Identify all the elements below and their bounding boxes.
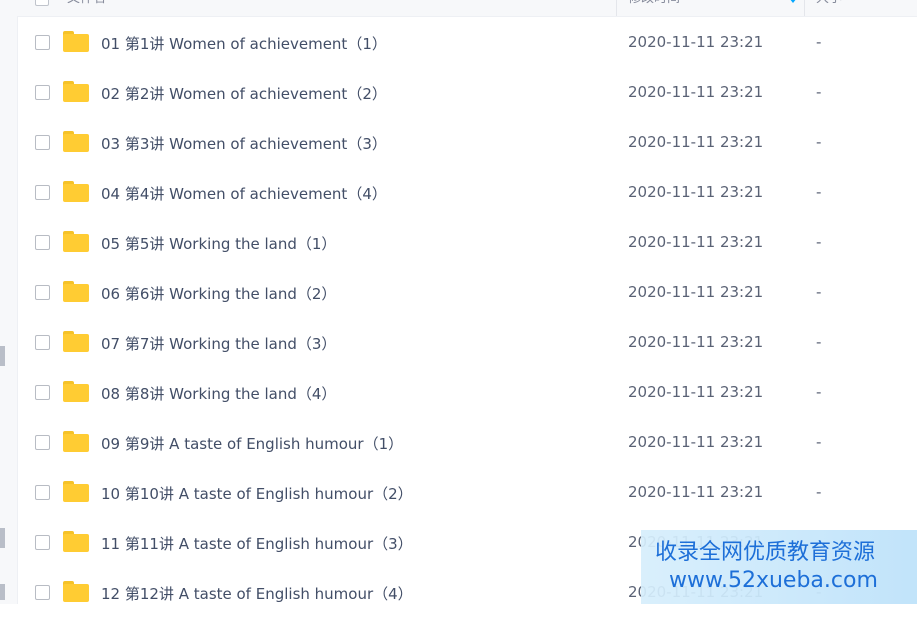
row-checkbox[interactable]: [35, 585, 50, 600]
row-checkbox[interactable]: [35, 85, 50, 100]
file-row[interactable]: 04 第4讲 Women of achievement（4） 2020-11-11…: [17, 167, 917, 217]
file-size: -: [816, 333, 822, 351]
sidebar-marker: [0, 346, 5, 366]
file-list: 01 第1讲 Women of achievement（1） 2020-11-11…: [17, 17, 917, 617]
watermark-slogan: 收录全网优质教育资源: [655, 540, 876, 565]
row-checkbox[interactable]: [35, 185, 50, 200]
row-checkbox[interactable]: [35, 335, 50, 350]
watermark-banner: 收录全网优质教育资源 www.52xueba.com: [641, 530, 917, 604]
folder-icon[interactable]: [63, 231, 89, 252]
column-header-size[interactable]: 大小: [816, 0, 842, 16]
folder-icon[interactable]: [63, 431, 89, 452]
left-sidebar-strip: [0, 0, 18, 604]
select-all-checkbox[interactable]: [35, 0, 49, 6]
file-name-link[interactable]: 10 第10讲 A taste of English humour（2）: [101, 483, 413, 504]
sidebar-marker: [0, 528, 5, 548]
file-name-link[interactable]: 06 第6讲 Working the land（2）: [101, 283, 336, 304]
file-size: -: [816, 283, 822, 301]
file-row[interactable]: 02 第2讲 Women of achievement（2） 2020-11-11…: [17, 67, 917, 117]
modified-time: 2020-11-11 23:21: [628, 483, 764, 501]
file-size: -: [816, 33, 822, 51]
file-row[interactable]: 01 第1讲 Women of achievement（1） 2020-11-11…: [17, 17, 917, 67]
row-checkbox[interactable]: [35, 435, 50, 450]
sidebar-marker: [0, 584, 5, 600]
file-size: -: [816, 183, 822, 201]
file-row[interactable]: 07 第7讲 Working the land（3） 2020-11-11 23:…: [17, 317, 917, 367]
modified-time: 2020-11-11 23:21: [628, 383, 764, 401]
file-row[interactable]: 10 第10讲 A taste of English humour（2） 2020…: [17, 467, 917, 517]
modified-time: 2020-11-11 23:21: [628, 283, 764, 301]
folder-icon[interactable]: [63, 531, 89, 552]
sort-down-icon[interactable]: [789, 0, 797, 3]
column-divider: [616, 0, 617, 16]
folder-icon[interactable]: [63, 331, 89, 352]
modified-time: 2020-11-11 23:21: [628, 433, 764, 451]
column-header-name[interactable]: 文件名: [67, 0, 106, 16]
file-name-link[interactable]: 02 第2讲 Women of achievement（2）: [101, 83, 387, 104]
file-name-link[interactable]: 09 第9讲 A taste of English humour（1）: [101, 433, 403, 454]
modified-time: 2020-11-11 23:21: [628, 183, 764, 201]
file-row[interactable]: 08 第8讲 Working the land（4） 2020-11-11 23:…: [17, 367, 917, 417]
file-name-link[interactable]: 03 第3讲 Women of achievement（3）: [101, 133, 387, 154]
file-size: -: [816, 433, 822, 451]
modified-time: 2020-11-11 23:21: [628, 83, 764, 101]
column-header-modified[interactable]: 修改时间: [628, 0, 680, 16]
folder-icon[interactable]: [63, 281, 89, 302]
row-checkbox[interactable]: [35, 485, 50, 500]
file-row[interactable]: 03 第3讲 Women of achievement（3） 2020-11-11…: [17, 117, 917, 167]
folder-icon[interactable]: [63, 31, 89, 52]
file-name-link[interactable]: 01 第1讲 Women of achievement（1）: [101, 33, 387, 54]
row-checkbox[interactable]: [35, 535, 50, 550]
file-name-link[interactable]: 11 第11讲 A taste of English humour（3）: [101, 533, 413, 554]
file-name-link[interactable]: 08 第8讲 Working the land（4）: [101, 383, 336, 404]
row-checkbox[interactable]: [35, 135, 50, 150]
file-row[interactable]: 09 第9讲 A taste of English humour（1） 2020-…: [17, 417, 917, 467]
file-row[interactable]: 06 第6讲 Working the land（2） 2020-11-11 23:…: [17, 267, 917, 317]
row-checkbox[interactable]: [35, 285, 50, 300]
modified-time: 2020-11-11 23:21: [628, 133, 764, 151]
row-checkbox[interactable]: [35, 385, 50, 400]
folder-icon[interactable]: [63, 581, 89, 602]
file-size: -: [816, 383, 822, 401]
modified-time: 2020-11-11 23:21: [628, 233, 764, 251]
row-checkbox[interactable]: [35, 235, 50, 250]
file-name-link[interactable]: 12 第12讲 A taste of English humour（4）: [101, 583, 413, 604]
folder-icon[interactable]: [63, 81, 89, 102]
folder-icon[interactable]: [63, 181, 89, 202]
folder-icon[interactable]: [63, 381, 89, 402]
file-size: -: [816, 233, 822, 251]
file-size: -: [816, 133, 822, 151]
row-checkbox[interactable]: [35, 35, 50, 50]
folder-icon[interactable]: [63, 481, 89, 502]
file-name-link[interactable]: 07 第7讲 Working the land（3）: [101, 333, 336, 354]
file-name-link[interactable]: 04 第4讲 Women of achievement（4）: [101, 183, 387, 204]
file-size: -: [816, 483, 822, 501]
file-list-header: 文件名 修改时间 大小: [17, 0, 917, 17]
modified-time: 2020-11-11 23:21: [628, 333, 764, 351]
file-row[interactable]: 05 第5讲 Working the land（1） 2020-11-11 23:…: [17, 217, 917, 267]
file-size: -: [816, 83, 822, 101]
column-divider: [804, 0, 805, 16]
watermark-url: www.52xueba.com: [669, 568, 878, 593]
file-name-link[interactable]: 05 第5讲 Working the land（1）: [101, 233, 336, 254]
modified-time: 2020-11-11 23:21: [628, 33, 764, 51]
folder-icon[interactable]: [63, 131, 89, 152]
